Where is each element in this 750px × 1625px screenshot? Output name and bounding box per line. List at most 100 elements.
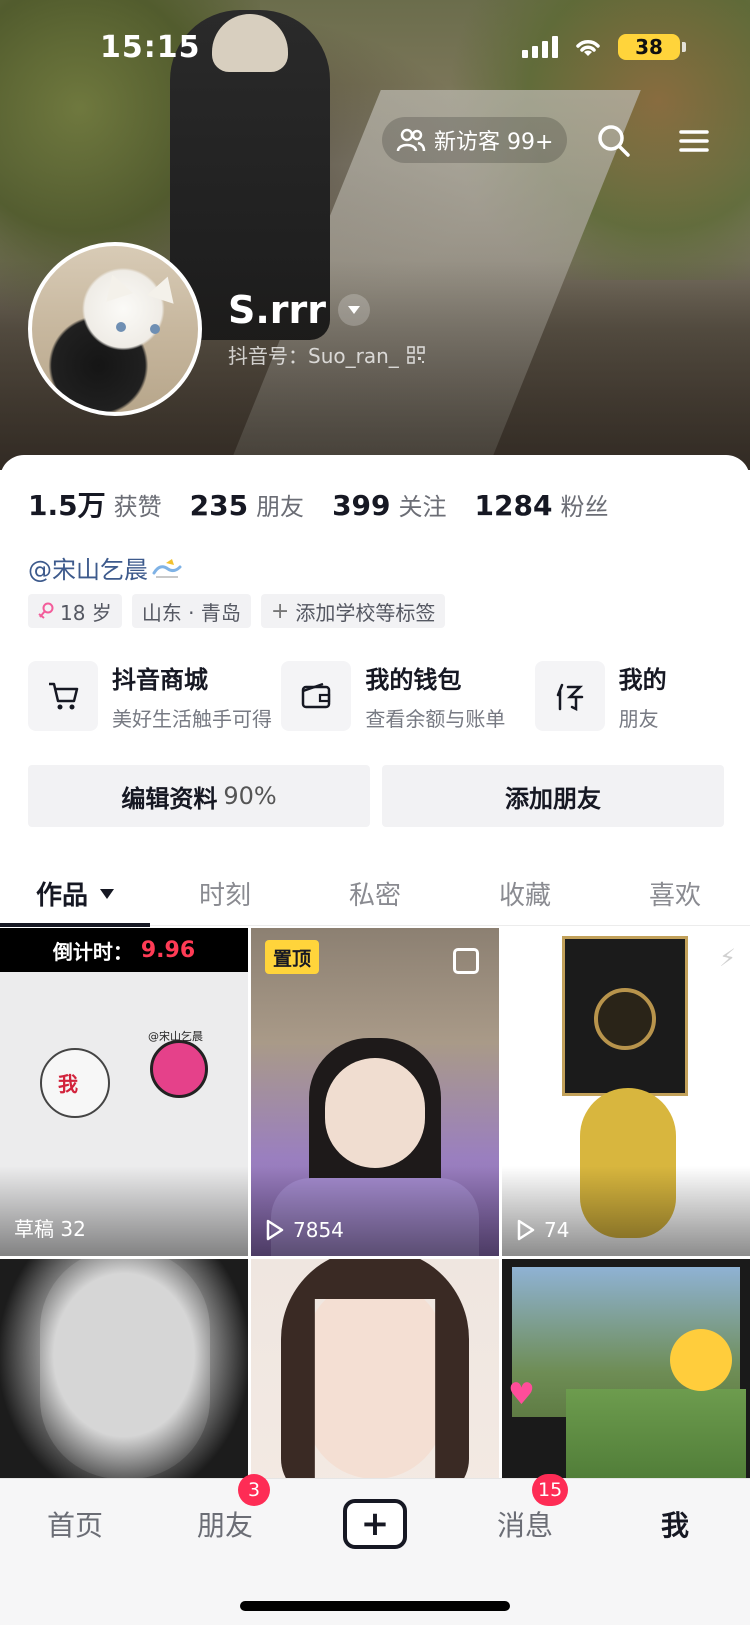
nav-messages[interactable]: 消息 15 bbox=[450, 1474, 600, 1544]
stat-likes[interactable]: 1.5万 获赞 bbox=[28, 484, 162, 524]
douyin-id[interactable]: 抖音号：Suo_ran_ bbox=[228, 340, 425, 369]
service-wallet[interactable]: 我的钱包 查看余额与账单 bbox=[281, 660, 534, 732]
avatar-cat-ear bbox=[98, 270, 134, 302]
age-tag-label: 18 岁 bbox=[60, 600, 112, 625]
signal-icon bbox=[522, 36, 558, 58]
wifi-icon bbox=[576, 40, 600, 56]
home-indicator bbox=[240, 1601, 510, 1611]
flash-icon: ⚡ bbox=[719, 944, 736, 972]
cart-icon bbox=[28, 661, 98, 731]
service-mall[interactable]: 抖音商城 美好生活触手可得 bbox=[28, 660, 281, 732]
location-tag: 山东 · 青岛 bbox=[131, 594, 251, 628]
views-count: 7854 bbox=[265, 1218, 344, 1242]
doodle-me-text: 我 bbox=[58, 1072, 78, 1096]
stat-label: 朋友 bbox=[256, 493, 305, 521]
thumb-overlay bbox=[251, 1166, 499, 1256]
menu-icon bbox=[679, 130, 709, 152]
avatar[interactable] bbox=[28, 242, 202, 416]
age-tag: 18 岁 bbox=[28, 594, 122, 628]
service-title: 抖音商城 bbox=[112, 666, 208, 694]
add-friend-label: 添加朋友 bbox=[505, 784, 601, 813]
stat-followers[interactable]: 1284 粉丝 bbox=[475, 487, 609, 522]
video-thumbnail-pinned[interactable]: 置顶 7854 bbox=[251, 928, 499, 1256]
stat-number: 399 bbox=[332, 489, 391, 522]
thumb-face bbox=[325, 1058, 425, 1168]
new-visitors-button[interactable]: 新访客 99+ bbox=[382, 117, 568, 163]
profile-stats: 1.5万 获赞 235 朋友 399 关注 1284 粉丝 bbox=[28, 484, 636, 524]
countdown-value: 9.96 bbox=[140, 937, 196, 963]
qrcode-icon[interactable] bbox=[406, 345, 425, 364]
avatar-cat-ear bbox=[146, 272, 182, 304]
battery-icon: 38 bbox=[618, 34, 686, 60]
service-title: 我的钱包 bbox=[365, 666, 462, 694]
bio[interactable]: @宋山乞晨 bbox=[28, 550, 182, 585]
tab-moments[interactable]: 时刻 bbox=[150, 862, 300, 925]
nav-label: 首页 bbox=[46, 1509, 103, 1542]
views-number: 74 bbox=[544, 1218, 570, 1242]
profile-actions: 编辑资料 90% 添加朋友 bbox=[28, 765, 724, 827]
service-subtitle: 朋友 bbox=[618, 707, 659, 731]
stat-number: 235 bbox=[189, 489, 249, 522]
plus-icon[interactable]: + bbox=[343, 1499, 407, 1549]
username[interactable]: S.rrr bbox=[228, 288, 371, 332]
countdown-banner: 倒计时： 9.96 bbox=[0, 928, 248, 972]
avatar-cat-eye bbox=[116, 322, 126, 332]
search-icon bbox=[598, 125, 630, 157]
wave-emoji-icon bbox=[152, 558, 182, 578]
nav-home[interactable]: 首页 bbox=[0, 1504, 150, 1544]
add-school-tag-label: 添加学校等标签 bbox=[295, 600, 436, 625]
tab-label: 私密 bbox=[348, 881, 401, 911]
stat-friends[interactable]: 235 朋友 bbox=[190, 487, 304, 522]
nav-create[interactable]: + bbox=[300, 1499, 450, 1549]
services-row: 抖音商城 美好生活触手可得 我的钱包 查看余额与账单 我的 朋友 bbox=[28, 660, 750, 732]
nav-label: 我 bbox=[660, 1509, 689, 1542]
menu-button[interactable] bbox=[670, 117, 718, 165]
service-loan[interactable]: 我的 朋友 bbox=[534, 660, 750, 732]
service-title: 我的 bbox=[618, 666, 667, 694]
thumb-hair bbox=[0, 1259, 248, 1499]
add-friend-button[interactable]: 添加朋友 bbox=[382, 765, 724, 827]
service-subtitle: 查看余额与账单 bbox=[365, 707, 506, 731]
female-icon bbox=[38, 602, 54, 619]
status-time: 15:15 bbox=[100, 30, 201, 65]
stat-label: 粉丝 bbox=[560, 493, 609, 521]
smiley-emoji-icon bbox=[670, 1329, 732, 1391]
add-school-tag-button[interactable]: + 添加学校等标签 bbox=[260, 594, 446, 628]
tab-likes[interactable]: 喜欢 bbox=[600, 862, 750, 925]
search-button[interactable] bbox=[590, 117, 638, 165]
thumb-overlay bbox=[0, 1166, 248, 1256]
bio-mention[interactable]: @宋山乞晨 bbox=[28, 550, 148, 585]
video-thumbnail-drafts[interactable]: 倒计时： 9.96 我 @宋山乞晨 草稿 32 bbox=[0, 928, 248, 1256]
tab-label: 作品 bbox=[35, 881, 88, 911]
nav-me[interactable]: 我 bbox=[600, 1504, 750, 1544]
stat-label: 关注 bbox=[398, 493, 447, 521]
wallet-icon bbox=[281, 661, 352, 731]
tab-label: 喜欢 bbox=[648, 881, 701, 911]
tab-label: 收藏 bbox=[498, 881, 551, 911]
countdown-label: 倒计时： bbox=[52, 939, 133, 964]
play-icon bbox=[266, 1219, 284, 1241]
video-thumbnail[interactable]: ⚡ 74 bbox=[502, 928, 750, 1256]
profile-tags: 18 岁 山东 · 青岛 + 添加学校等标签 bbox=[28, 594, 446, 628]
edit-profile-button[interactable]: 编辑资料 90% bbox=[28, 765, 370, 827]
heart-icon: ♥ bbox=[508, 1377, 535, 1412]
nav-friends[interactable]: 朋友 3 bbox=[150, 1474, 300, 1544]
tab-private[interactable]: 私密 bbox=[300, 862, 450, 925]
tab-favorites[interactable]: 收藏 bbox=[450, 862, 600, 925]
caret-down-icon bbox=[100, 888, 114, 899]
views-number: 7854 bbox=[293, 1218, 344, 1242]
tab-label: 时刻 bbox=[198, 881, 251, 911]
thumb-face bbox=[305, 1279, 445, 1479]
messages-badge: 15 bbox=[532, 1474, 569, 1506]
multi-image-icon bbox=[453, 948, 479, 974]
stat-following[interactable]: 399 关注 bbox=[332, 487, 446, 522]
visitors-label: 新访客 99+ bbox=[434, 130, 554, 155]
thumb-overlay bbox=[502, 1166, 750, 1256]
visitors-icon bbox=[396, 128, 426, 152]
douyin-id-text: 抖音号：Suo_ran_ bbox=[228, 344, 399, 368]
loan-icon bbox=[534, 661, 605, 731]
thumb-eye-symbol bbox=[594, 988, 656, 1050]
chevron-down-icon[interactable] bbox=[338, 294, 371, 326]
service-subtitle: 美好生活触手可得 bbox=[112, 707, 272, 731]
tab-works[interactable]: 作品 bbox=[0, 862, 150, 927]
